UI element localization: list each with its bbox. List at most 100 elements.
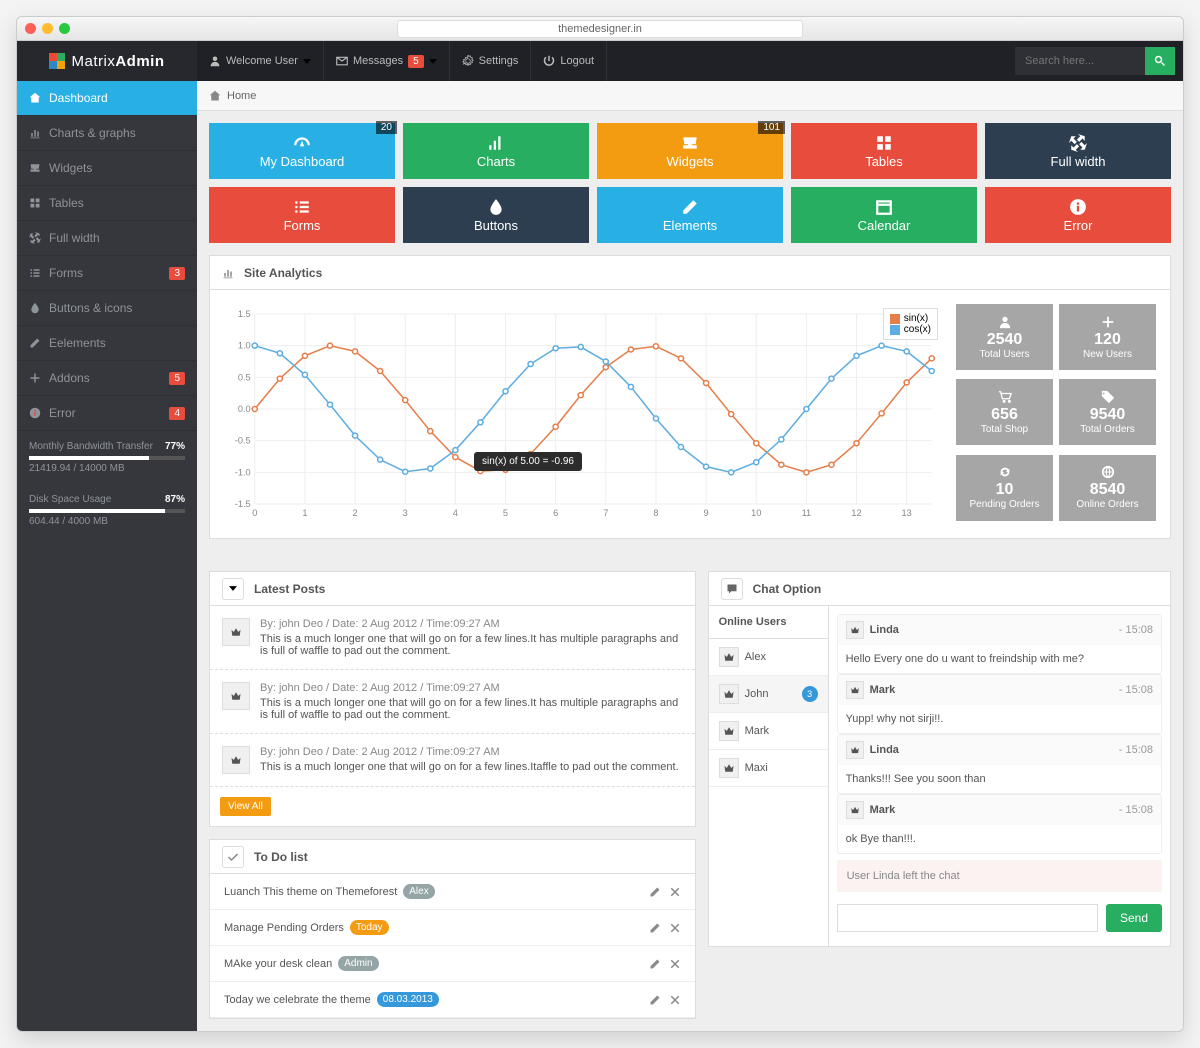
logout-link[interactable]: Logout (531, 41, 607, 81)
sidebar-item-label: Charts & graphs (49, 126, 136, 140)
collapse-button[interactable] (222, 846, 244, 868)
avatar (846, 621, 864, 639)
sidebar-item-label: Buttons & icons (49, 301, 132, 315)
delete-icon[interactable] (669, 886, 681, 898)
tile-calendar[interactable]: Calendar (791, 187, 977, 243)
view-all-button[interactable]: View All (220, 797, 271, 816)
stat-online-orders[interactable]: 8540Online Orders (1059, 455, 1156, 521)
stat-total-shop[interactable]: 656Total Shop (956, 379, 1053, 445)
minimize-window-icon[interactable] (42, 23, 53, 34)
stat-label: Pending Orders (969, 499, 1039, 510)
tile-label: Calendar (858, 218, 911, 233)
tile-forms[interactable]: Forms (209, 187, 395, 243)
tile-badge: 101 (758, 121, 785, 134)
sidebar-item-tables[interactable]: Tables (17, 186, 197, 221)
delete-icon[interactable] (669, 922, 681, 934)
avatar (222, 746, 250, 774)
tile-charts[interactable]: Charts (403, 123, 589, 179)
post-item: By: john Deo / Date: 2 Aug 2012 / Time:0… (210, 670, 695, 734)
online-user[interactable]: Maxi (709, 750, 828, 787)
logo-icon (49, 53, 65, 69)
sidebar-item-buttons-icons[interactable]: Buttons & icons (17, 291, 197, 326)
sidebar-item-error[interactable]: Error4 (17, 396, 197, 431)
online-users-title: Online Users (709, 606, 828, 639)
user-icon (998, 315, 1012, 329)
sidebar-item-eelements[interactable]: Eelements (17, 326, 197, 361)
welcome-user-dropdown[interactable]: Welcome User (197, 41, 324, 81)
svg-text:7: 7 (603, 508, 608, 518)
svg-text:12: 12 (851, 508, 861, 518)
tile-my-dashboard[interactable]: My Dashboard20 (209, 123, 395, 179)
tile-error[interactable]: Error (985, 187, 1171, 243)
msg-text: Thanks!!! See you soon than (838, 765, 1161, 793)
sidebar-item-full-width[interactable]: Full width (17, 221, 197, 256)
edit-icon[interactable] (649, 994, 661, 1006)
tile-buttons[interactable]: Buttons (403, 187, 589, 243)
settings-label: Settings (479, 55, 519, 67)
tile-full-width[interactable]: Full width (985, 123, 1171, 179)
online-user[interactable]: Alex (709, 639, 828, 676)
stat-label: Online Orders (1076, 499, 1138, 510)
stat-pending-orders[interactable]: 10Pending Orders (956, 455, 1053, 521)
messages-link[interactable]: Messages 5 (324, 41, 450, 81)
url-bar[interactable]: themedesigner.in (397, 20, 803, 38)
sidebar-item-dashboard[interactable]: Dashboard (17, 81, 197, 116)
stat-total-orders[interactable]: 9540Total Orders (1059, 379, 1156, 445)
online-user[interactable]: John3 (709, 676, 828, 713)
sidebar-item-widgets[interactable]: Widgets (17, 151, 197, 186)
tag-icon (1101, 390, 1115, 404)
edit-icon[interactable] (649, 886, 661, 898)
tile-label: Widgets (667, 154, 714, 169)
sidebar-item-label: Eelements (49, 336, 106, 350)
sidebar-item-label: Forms (49, 266, 83, 280)
caret-down-icon (303, 59, 311, 64)
maximize-window-icon[interactable] (59, 23, 70, 34)
analytics-chart[interactable]: -1.5-1.0-0.50.00.51.01.50123456789101112… (224, 304, 942, 524)
stat-label: New Users (1083, 349, 1132, 360)
todo-text: Today we celebrate the theme (224, 994, 371, 1006)
delete-icon[interactable] (669, 994, 681, 1006)
delete-icon[interactable] (669, 958, 681, 970)
globe-icon (1101, 465, 1115, 479)
logout-label: Logout (560, 55, 594, 67)
sidebar: Dashboard Charts & graphs Widgets Tables Ful… (17, 81, 197, 1031)
svg-text:8: 8 (653, 508, 658, 518)
tile-elements[interactable]: Elements (597, 187, 783, 243)
refresh-icon (998, 465, 1012, 479)
post-meta: By: john Deo / Date: 2 Aug 2012 / Time:0… (260, 746, 679, 758)
sidebar-item-charts-graphs[interactable]: Charts & graphs (17, 116, 197, 151)
collapse-button[interactable] (721, 578, 743, 600)
edit-icon[interactable] (649, 958, 661, 970)
stat-new-users[interactable]: 120New Users (1059, 304, 1156, 370)
tile-widgets[interactable]: Widgets 101 (597, 123, 783, 179)
close-window-icon[interactable] (25, 23, 36, 34)
online-user[interactable]: Mark (709, 713, 828, 750)
logo[interactable]: Matrix Admin (17, 41, 197, 81)
chat-message: Mark- 15:08Yupp! why not sirji!!. (837, 674, 1162, 734)
stat-total-users[interactable]: 2540Total Users (956, 304, 1053, 370)
tile-tables[interactable]: Tables (791, 123, 977, 179)
settings-link[interactable]: Settings (450, 41, 532, 81)
sidebar-item-forms[interactable]: Forms3 (17, 256, 197, 291)
avatar (719, 684, 739, 704)
chat-input[interactable] (837, 904, 1098, 932)
edit-icon[interactable] (649, 922, 661, 934)
todo-item: MAke your desk cleanAdmin (210, 946, 695, 982)
chat-title: Chat Option (753, 582, 822, 596)
breadcrumb-home[interactable]: Home (227, 90, 256, 102)
search-button[interactable] (1145, 47, 1175, 75)
tile-badge: 20 (376, 121, 397, 134)
sidebar-item-addons[interactable]: Addons5 (17, 361, 197, 396)
svg-text:9: 9 (704, 508, 709, 518)
search-input[interactable] (1015, 47, 1145, 75)
breadcrumb: Home (197, 81, 1183, 111)
sidebar-item-label: Tables (49, 196, 84, 210)
stat-value: 8540 (1090, 481, 1126, 499)
todo-item: Luanch This theme on ThemeforestAlex (210, 874, 695, 910)
i-info-icon (29, 407, 41, 419)
collapse-button[interactable] (222, 578, 244, 600)
post-body: This is a much longer one that will go o… (260, 761, 679, 773)
plus-icon (1101, 315, 1115, 329)
send-button[interactable]: Send (1106, 904, 1162, 932)
avatar (222, 682, 250, 710)
